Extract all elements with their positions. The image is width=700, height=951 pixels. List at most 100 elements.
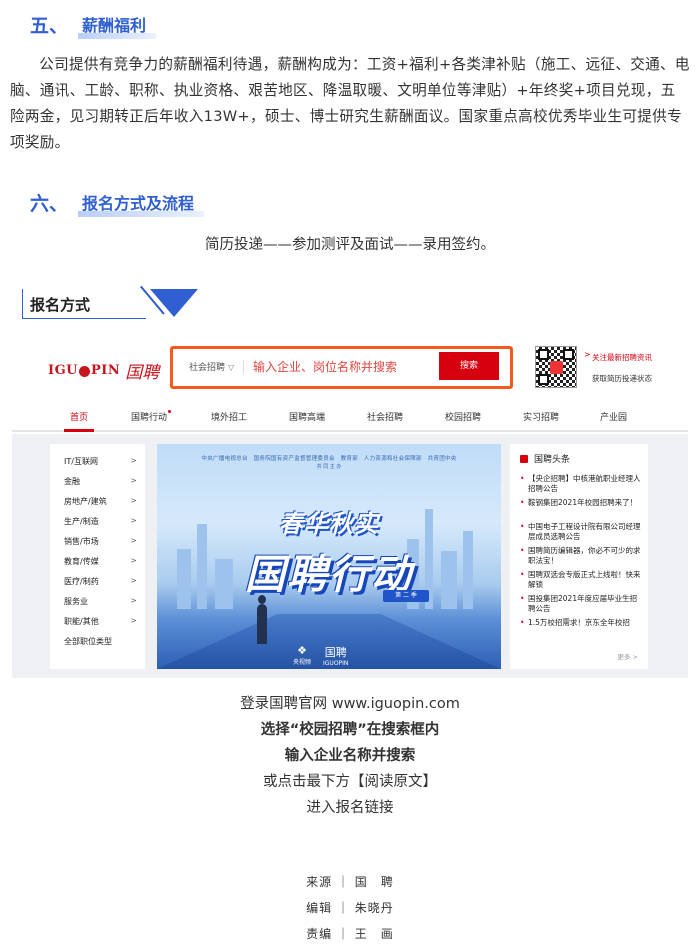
credit-chief-editor: 责编 ｜ 王 画 (306, 927, 394, 941)
category-label: 职能/其他 (64, 617, 99, 626)
category-item[interactable]: 销售/市场 > (64, 536, 139, 547)
campaign-banner[interactable]: 中央广播电视总台 国务院国有资产监督管理委员会 教育部 人力资源和社会保障部 共… (157, 444, 501, 669)
chevron-right-icon: > (130, 496, 137, 505)
nav-item-label: 国聘行动 (131, 413, 168, 423)
application-flow: 简历投递——参加测评及面试——录用签约。 (205, 237, 495, 253)
qr-corner (563, 349, 574, 360)
chevron-right-icon: > (130, 556, 137, 565)
search-type-label: 社会招聘 (189, 363, 226, 373)
iguopin-logo[interactable]: IGU PIN 国聘 (48, 358, 159, 383)
category-item[interactable]: IT/互联网 > (64, 456, 139, 467)
category-item[interactable]: 服务业 > (64, 596, 139, 607)
news-icon (520, 455, 528, 463)
logo-chinese: 国聘 (125, 363, 160, 383)
banner-title-2: 国聘行动 (245, 552, 413, 598)
section-5-number: 五、 (30, 15, 69, 37)
category-panel: IT/互联网 > 金融 > 房地产/建筑 > 生产/制造 > 销售/市场 > 教育/传媒 >… (50, 444, 145, 669)
logo-dot-icon (79, 366, 91, 377)
category-item[interactable]: 房地产/建筑 > (64, 496, 139, 507)
qr-code-icon (535, 346, 577, 388)
qr-note-news: 关注最新招聘资讯 (592, 353, 652, 362)
qr-note-status: 获取简历投递状态 (592, 374, 652, 383)
salary-paragraph: 公司提供有竞争力的薪酬福利待遇，薪酬构成为：工资+福利+各类津补贴（施工、远征、… (10, 56, 690, 151)
news-item[interactable]: 国聘简历编辑器，你必不可少的求职法宝！ (520, 546, 642, 565)
news-item[interactable]: 国投集团2021年度应届毕业生招聘公告 (520, 594, 642, 613)
category-item[interactable]: 生产/制造 > (64, 516, 139, 527)
qr-corner (538, 349, 549, 360)
person-figure (257, 604, 267, 644)
news-item[interactable]: 1.5万校招需求！京东全年校招 (520, 618, 642, 630)
search-bar-highlight: 社会招聘▽ 搜索 (170, 346, 513, 389)
chevron-right-icon: > (130, 516, 137, 525)
banner-co-hosts: 共 同 主 办 (316, 464, 342, 470)
instruction-line-3: 输入企业名称并搜索 (284, 748, 416, 764)
person-head (258, 595, 266, 604)
nav-item-intern-recruit[interactable]: 实习招聘 (523, 410, 559, 423)
news-item[interactable]: 中国电子工程设计院有限公司经理层成员选聘公告 (520, 522, 642, 541)
category-item[interactable]: 教育/传媒 > (64, 556, 139, 567)
yangshipin-label: 央视频 (293, 659, 312, 666)
category-label: 房地产/建筑 (64, 497, 107, 506)
search-divider (243, 360, 244, 374)
nav-item-high-end[interactable]: 国聘高端 (289, 410, 325, 423)
chevron-right-icon: > (130, 576, 137, 585)
category-item[interactable]: 医疗/制药 > (64, 576, 139, 587)
chevron-right-icon: > (130, 536, 137, 545)
banner-organizers: 中央广播电视总台 国务院国有资产监督管理委员会 教育部 人力资源和社会保障部 共… (201, 456, 457, 462)
nav-item-overseas[interactable]: 境外招工 (211, 410, 247, 423)
section-5-title-wrap: 薪酬福利 (78, 12, 157, 39)
category-label: IT/互联网 (64, 457, 98, 466)
iguopin-site-screenshot: IGU PIN 国聘 社会招聘▽ 搜索 > 关注最新招聘资讯 获取简历投递状态 … (12, 340, 688, 678)
news-item[interactable]: 【央企招聘】中核港航职业经理人招聘公告 (520, 474, 642, 493)
banner-logos: ❖ 央视频 国聘 IGUOPIN (293, 644, 348, 667)
down-triangle-icon (150, 289, 198, 317)
category-item[interactable]: 金融 > (64, 476, 139, 487)
headline-title: 国聘头条 (520, 452, 570, 465)
tab-label: 报名方式 (30, 296, 91, 314)
category-label: 金融 (64, 477, 80, 486)
chevron-right-icon: > (130, 616, 137, 625)
news-item[interactable]: 国聘双选会专版正式上线啦！快来解锁 (520, 570, 642, 589)
nav-item-campus-recruit[interactable]: 校园招聘 (445, 410, 481, 423)
search-type-select[interactable]: 社会招聘 ▽ (189, 360, 234, 373)
section-6-title-wrap: 报名方式及流程 (78, 190, 205, 217)
qr-corner (538, 374, 549, 385)
instruction-line-2: 选择“校园招聘”在搜索框内 (260, 722, 440, 738)
section-6-number: 六、 (30, 193, 69, 215)
search-input[interactable] (249, 355, 439, 379)
instruction-line-4: 或点击最下方【阅读原文】 (263, 774, 437, 790)
section-5-heading: 五、 薪酬福利 (30, 12, 157, 39)
nav-item-guopin-action[interactable]: 国聘行动 (131, 410, 172, 423)
section-5-title: 薪酬福利 (82, 16, 147, 35)
logo-text-left: IGU (48, 363, 79, 378)
credit-source: 来源 ｜ 国 聘 (306, 875, 394, 889)
nav-item-social-recruit[interactable]: 社会招聘 (367, 410, 403, 423)
site-content: IT/互联网 > 金融 > 房地产/建筑 > 生产/制造 > 销售/市场 > 教育/传媒 >… (12, 434, 688, 678)
more-link[interactable]: 更多 > (617, 651, 638, 661)
search-button[interactable]: 搜索 (439, 352, 499, 380)
logo-text-right: PIN (91, 363, 121, 378)
headline-title-text: 国聘头条 (534, 455, 571, 465)
nav-item-home[interactable]: 首页 (70, 410, 88, 423)
main-nav: 首页 国聘行动 境外招工 国聘高端 社会招聘 校园招聘 实习招聘 产业园 (12, 402, 688, 432)
iguopin-banner-label: IGUOPIN (323, 660, 349, 667)
banner-season-badge: 第 二 季 (383, 590, 429, 602)
nav-item-industrial-park[interactable]: 产业园 (600, 410, 627, 423)
nav-active-underline (64, 429, 94, 432)
new-dot-icon (168, 410, 172, 413)
news-item[interactable]: 鞍钢集团2021年校园招聘来了！ (520, 498, 642, 508)
chevron-right-icon: > (130, 476, 137, 485)
headline-panel: 国聘头条 【央企招聘】中核港航职业经理人招聘公告 鞍钢集团2021年校园招聘来了… (510, 444, 648, 669)
section-6-title: 报名方式及流程 (82, 194, 195, 213)
iguopin-banner-logo: 国聘 IGUOPIN (323, 644, 348, 667)
apply-method-tab: 报名方式 (22, 285, 202, 321)
category-label: 销售/市场 (64, 537, 99, 546)
yangshipin-logo: ❖ 央视频 (293, 644, 311, 667)
category-label: 服务业 (64, 597, 88, 606)
site-header: IGU PIN 国聘 社会招聘▽ 搜索 > 关注最新招聘资讯 获取简历投递状态 (12, 340, 688, 400)
category-item[interactable]: 职能/其他 > (64, 616, 139, 627)
category-item-all[interactable]: 全部职位类型 (64, 636, 139, 647)
chevron-right-icon: > (584, 350, 591, 359)
banner-title-1: 春华秋实 (279, 510, 379, 538)
credit-editor: 编辑 ｜ 朱晓丹 (306, 901, 394, 915)
